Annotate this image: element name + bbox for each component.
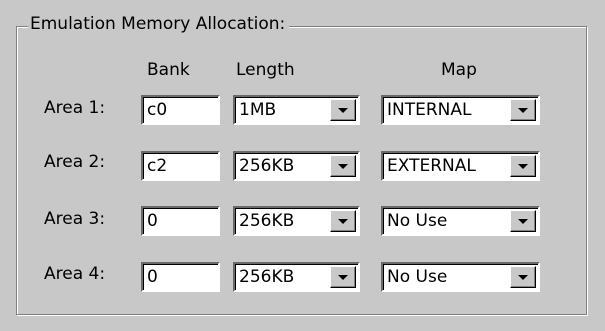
area-2-bank-input[interactable] — [141, 151, 220, 181]
area-1-map-dropdown-button[interactable] — [510, 99, 536, 121]
area-2-map-dropdown-button[interactable] — [510, 155, 536, 177]
area-2-map-select[interactable]: EXTERNAL — [381, 151, 540, 181]
area-4-map-dropdown-button[interactable] — [510, 266, 536, 288]
area-2-label: Area 2: — [44, 152, 106, 172]
bank-column-header: Bank — [147, 60, 190, 80]
area-1-length-dropdown-button[interactable] — [330, 99, 356, 121]
area-1-bank-input[interactable] — [141, 95, 220, 125]
area-3-map-dropdown-button[interactable] — [510, 210, 536, 232]
area-2-length-value: 256KB — [239, 156, 295, 176]
area-1-length-value: 1MB — [239, 100, 277, 120]
area-3-map-select[interactable]: No Use — [381, 206, 540, 236]
area-4-bank-input[interactable] — [141, 262, 220, 292]
map-column-header: Map — [441, 60, 477, 80]
area-2-map-value: EXTERNAL — [387, 156, 476, 176]
area-4-length-select[interactable]: 256KB — [233, 262, 360, 292]
area-4-length-dropdown-button[interactable] — [330, 266, 356, 288]
area-2-length-select[interactable]: 256KB — [233, 151, 360, 181]
area-2-length-dropdown-button[interactable] — [330, 155, 356, 177]
chevron-down-icon — [338, 219, 348, 224]
area-4-label: Area 4: — [44, 264, 106, 284]
area-3-map-value: No Use — [387, 211, 448, 231]
chevron-down-icon — [338, 108, 348, 113]
area-4-map-value: No Use — [387, 267, 448, 287]
chevron-down-icon — [338, 275, 348, 280]
chevron-down-icon — [518, 164, 528, 169]
chevron-down-icon — [518, 275, 528, 280]
area-3-length-select[interactable]: 256KB — [233, 206, 360, 236]
chevron-down-icon — [518, 108, 528, 113]
area-3-bank-input[interactable] — [141, 206, 220, 236]
area-4-length-value: 256KB — [239, 267, 295, 287]
area-3-label: Area 3: — [44, 209, 106, 229]
area-3-length-value: 256KB — [239, 211, 295, 231]
area-1-label: Area 1: — [44, 98, 106, 118]
chevron-down-icon — [518, 219, 528, 224]
area-1-length-select[interactable]: 1MB — [233, 95, 360, 125]
length-column-header: Length — [236, 60, 295, 80]
area-4-map-select[interactable]: No Use — [381, 262, 540, 292]
chevron-down-icon — [338, 164, 348, 169]
area-3-length-dropdown-button[interactable] — [330, 210, 356, 232]
area-1-map-value: INTERNAL — [387, 100, 472, 120]
group-title: Emulation Memory Allocation: — [28, 12, 290, 36]
area-1-map-select[interactable]: INTERNAL — [381, 95, 540, 125]
